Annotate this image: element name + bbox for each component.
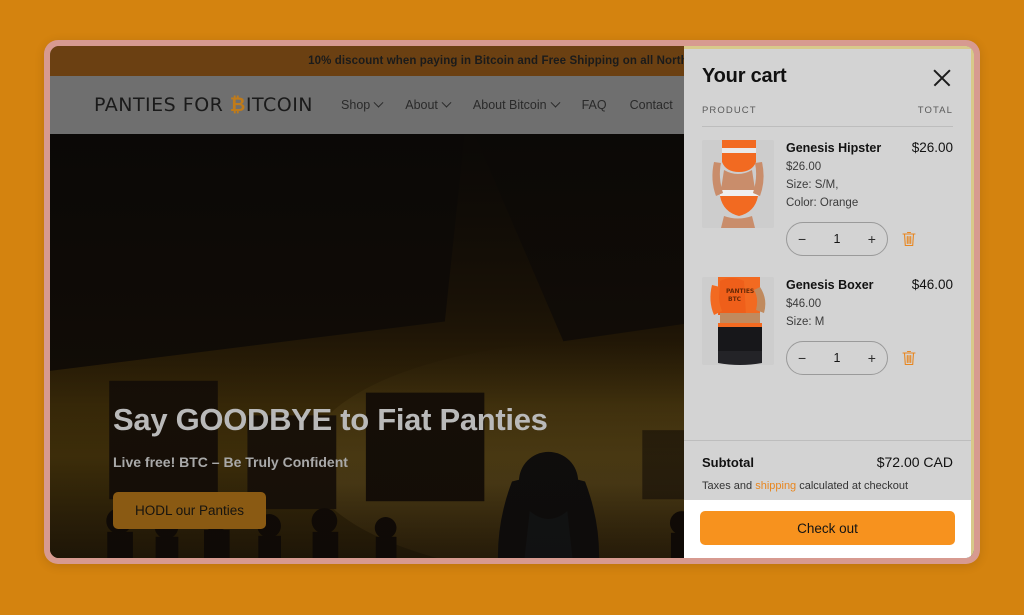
nav-item-label: About Bitcoin [472,98,547,112]
quantity-value: 1 [833,351,841,365]
product-thumbnail[interactable]: PANTIES BTC [702,277,774,365]
chevron-down-icon [550,97,561,108]
cart-item-option-color: Color: Orange [786,197,859,209]
tax-note-after: calculated at checkout [796,480,909,492]
hero-title: Say GOODBYE to Fiat Panties [113,402,548,437]
page-viewport: 10% discount when paying in Bitcoin and … [50,46,974,558]
nav-item-label: FAQ [581,98,607,112]
nav-item-label: Shop [341,98,371,112]
cart-item-controls: − 1 + [786,222,953,256]
cart-title: Your cart [702,65,787,87]
chevron-down-icon [441,97,452,108]
trash-icon[interactable] [902,350,916,366]
nav-item-label: Contact [629,98,673,112]
nav-item-label: About [405,98,438,112]
trash-icon[interactable] [902,231,916,247]
cart-item-list[interactable]: Genesis Hipster $26.00 $26.00 Size: S/M,… [684,127,971,440]
quantity-decrease-button[interactable]: − [798,351,806,365]
product-image-hipster [702,140,774,228]
quantity-decrease-button[interactable]: − [798,232,806,246]
cart-item-controls: − 1 + [786,341,953,375]
cart-item-line-total: $46.00 [911,277,953,292]
main-navigation: Shop About About Bitcoin FAQ Contact [341,97,673,112]
browser-window-frame: 10% discount when paying in Bitcoin and … [44,40,980,564]
bitcoin-symbol-icon: ₿ [229,93,246,116]
cart-item-line-total: $26.00 [911,140,953,155]
cart-item-name[interactable]: Genesis Hipster [786,141,881,155]
nav-item-about[interactable]: About [405,97,452,112]
svg-text:PANTIES: PANTIES [726,288,754,295]
nav-item-contact[interactable]: Contact [630,98,673,112]
cart-footer: Subtotal $72.00 CAD Taxes and shipping c… [684,440,971,558]
cart-item-details: Genesis Hipster $26.00 $26.00 Size: S/M,… [786,140,953,256]
shipping-link[interactable]: shipping [755,480,796,492]
nav-item-about-bitcoin[interactable]: About Bitcoin [472,97,561,112]
checkout-focus-highlight: Check out [684,500,971,558]
logo-suffix: ITCOIN [245,93,314,116]
nav-item-faq[interactable]: FAQ [582,98,607,112]
quantity-increase-button[interactable]: + [868,351,876,365]
subtotal-label: Subtotal [702,455,754,470]
product-thumbnail[interactable] [702,140,774,228]
product-image-boxer: PANTIES BTC [702,277,774,365]
tax-note: Taxes and shipping calculated at checkou… [702,480,953,492]
logo-prefix: PANTIES FOR [94,93,230,116]
cart-item-details: Genesis Boxer $46.00 $46.00 Size: M − 1 … [786,277,953,375]
cart-item-name[interactable]: Genesis Boxer [786,278,874,292]
cart-line-item: PANTIES BTC Genesis Boxer $46.00 $46.00 … [702,264,953,383]
column-header-total: TOTAL [917,105,953,116]
quantity-value: 1 [833,232,841,246]
cart-item-option-size: Size: S/M, [786,179,839,191]
site-logo[interactable]: PANTIES FOR ₿ITCOIN [94,94,313,117]
cart-line-item: Genesis Hipster $26.00 $26.00 Size: S/M,… [702,127,953,264]
tax-note-before: Taxes and [702,480,756,492]
cart-item-option-size: Size: M [786,316,825,328]
chevron-down-icon [373,97,384,108]
cart-column-headers: PRODUCT TOTAL [702,105,953,127]
cart-header: Your cart [684,49,971,89]
quantity-increase-button[interactable]: + [868,232,876,246]
subtotal-value: $72.00 CAD [876,454,953,470]
nav-item-shop[interactable]: Shop [341,97,384,112]
column-header-product: PRODUCT [702,105,757,116]
announcement-text: 10% discount when paying in Bitcoin and … [308,55,716,67]
cart-drawer: Your cart PRODUCT TOTAL Genesis Hipster … [684,46,974,558]
subtotal-row: Subtotal $72.00 CAD [702,454,953,470]
checkout-button[interactable]: Check out [700,511,955,545]
cart-item-unit-price: $26.00 [786,161,822,173]
hero-content: Say GOODBYE to Fiat Panties Live free! B… [113,402,548,529]
hero-cta-button[interactable]: HODL our Panties [113,492,267,529]
quantity-stepper[interactable]: − 1 + [786,222,888,256]
quantity-stepper[interactable]: − 1 + [786,341,888,375]
svg-text:BTC: BTC [728,296,742,303]
hero-subtitle: Live free! BTC – Be Truly Confident [113,454,348,470]
cart-item-unit-price: $46.00 [786,298,822,310]
close-icon[interactable] [931,67,953,89]
